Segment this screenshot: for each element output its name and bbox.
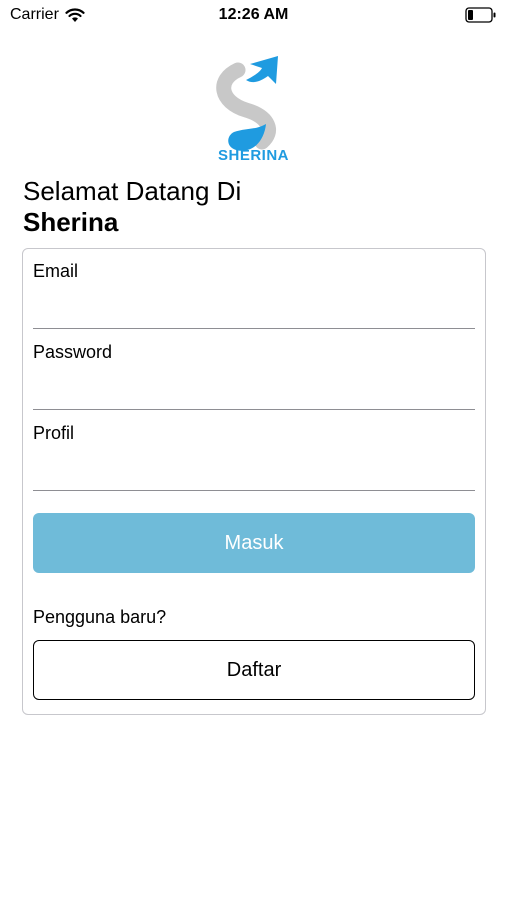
login-card: Email Password Profil Masuk Pengguna bar… (22, 248, 486, 715)
new-user-prompt: Pengguna baru? (33, 607, 167, 627)
status-bar: Carrier 12:26 AM (0, 0, 507, 32)
email-label: Email (33, 261, 79, 281)
password-label: Password (33, 342, 113, 362)
profile-label: Profil (33, 423, 75, 443)
login-button[interactable]: Masuk (33, 513, 475, 573)
battery-icon (465, 7, 496, 23)
clock: 12:26 AM (218, 6, 289, 23)
password-field[interactable] (33, 376, 475, 410)
email-field[interactable] (33, 295, 475, 329)
app-name: Sherina (23, 207, 119, 237)
logo-text: SHERINA (217, 147, 289, 164)
profile-field[interactable] (33, 457, 475, 491)
welcome-text: Selamat Datang Di (23, 176, 242, 206)
register-button[interactable]: Daftar (33, 640, 475, 700)
